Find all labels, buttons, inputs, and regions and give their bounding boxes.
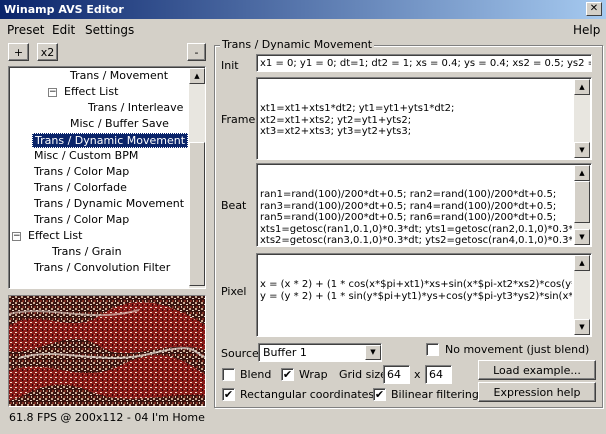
tree-scrollbar[interactable]: ▲: [189, 68, 205, 288]
add-icon: +: [13, 45, 24, 59]
menu-help[interactable]: Help: [573, 22, 600, 38]
menu-preset-label: Preset: [7, 23, 45, 37]
no-movement-checkbox[interactable]: [426, 343, 439, 356]
clone-label: x2: [40, 45, 55, 59]
tree-expander[interactable]: −: [48, 88, 57, 97]
tree-item[interactable]: Effect List: [62, 85, 120, 100]
beat-code-text: ran1=rand(100)/200*dt+0.5; ran2=rand(100…: [260, 189, 572, 246]
pixel-code-text: x = (x * 2) + (1 * cos(x*$pi+xt1)*xs+sin…: [260, 279, 572, 302]
pixel-scroll-down[interactable]: ▼: [574, 319, 590, 335]
remove-effect-button[interactable]: -: [187, 43, 206, 61]
tree-item[interactable]: Trans / Interleave: [86, 101, 185, 116]
check-icon: ✔: [282, 368, 293, 381]
tree-item[interactable]: Trans / Convolution Filter: [32, 261, 172, 276]
close-icon: ✕: [589, 3, 599, 14]
load-example-label: Load example...: [493, 363, 581, 377]
menu-preset[interactable]: Preset: [7, 22, 44, 38]
scroll-down-icon: ▼: [579, 146, 585, 154]
source-dropdown-button[interactable]: ▼: [365, 345, 381, 360]
menu-edit[interactable]: Edit: [52, 22, 75, 38]
clone-effect-button[interactable]: x2: [37, 43, 58, 61]
frame-label: Frame: [221, 113, 256, 126]
menu-edit-label: Edit: [52, 23, 76, 37]
scroll-down-icon: ▼: [579, 233, 585, 241]
add-effect-button[interactable]: +: [8, 43, 29, 61]
scroll-up-icon: ▲: [579, 169, 585, 177]
grid-x-value: 64: [387, 368, 401, 381]
load-example-button[interactable]: Load example...: [478, 360, 596, 380]
beat-scroll-thumb[interactable]: [574, 181, 590, 223]
check-icon: ✔: [223, 388, 234, 401]
wrap-checkbox[interactable]: ✔: [281, 368, 294, 381]
beat-scrollbar[interactable]: ▲ ▼: [574, 165, 590, 245]
beat-code-field[interactable]: ran1=rand(100)/200*dt+0.5; ran2=rand(100…: [256, 163, 592, 247]
source-select[interactable]: Buffer 1 ▼: [258, 343, 382, 362]
tree-item[interactable]: Trans / Dynamic Movement: [32, 197, 186, 212]
scroll-up-icon: ▲: [579, 259, 585, 267]
pixel-code-field[interactable]: x = (x * 2) + (1 * cos(x*$pi+xt1)*xs+sin…: [256, 253, 592, 337]
rectangular-coords-checkbox[interactable]: ✔: [222, 388, 235, 401]
menu-settings[interactable]: Settings: [85, 22, 134, 38]
source-label: Source: [221, 347, 259, 360]
preview-image: [9, 296, 205, 406]
tree-expander[interactable]: −: [12, 232, 21, 241]
no-movement-label: No movement (just blend): [445, 343, 590, 356]
status-text: 61.8 FPS @ 200x112 - 04 I'm Home: [9, 411, 205, 424]
rectangular-coords-label: Rectangular coordinates: [240, 388, 375, 401]
title-bar[interactable]: Winamp AVS Editor: [0, 0, 606, 19]
pixel-scrollbar[interactable]: ▲ ▼: [574, 255, 590, 335]
frame-code-text: xt1=xt1+xts1*dt2; yt1=yt1+yts1*dt2; xt2=…: [260, 103, 455, 137]
tree-item[interactable]: Trans / Colorfade: [32, 181, 129, 196]
init-code-field[interactable]: x1 = 0; y1 = 0; dt=1; dt2 = 1; xs = 0.4;…: [256, 54, 592, 72]
scroll-thumb[interactable]: [189, 142, 205, 286]
beat-label: Beat: [221, 199, 247, 212]
source-value: Buffer 1: [263, 346, 307, 359]
beat-scroll-up[interactable]: ▲: [574, 165, 590, 181]
panel-title: Trans / Dynamic Movement: [220, 38, 375, 51]
menu-help-label: Help: [573, 23, 601, 37]
frame-scroll-up[interactable]: ▲: [574, 79, 590, 95]
tree-item[interactable]: Trans / Movement: [68, 69, 170, 84]
visualization-preview: [8, 295, 206, 407]
tree-item[interactable]: Effect List: [26, 229, 84, 244]
grid-x-input[interactable]: 64: [383, 365, 410, 384]
blend-checkbox[interactable]: [222, 368, 235, 381]
tree-item[interactable]: Misc / Custom BPM: [32, 149, 140, 164]
init-label: Init: [221, 59, 239, 72]
blend-label: Blend: [240, 368, 272, 381]
expression-help-button[interactable]: Expression help: [478, 382, 596, 402]
frame-code-field[interactable]: xt1=xt1+xts1*dt2; yt1=yt1+yts1*dt2; xt2=…: [256, 77, 592, 160]
window-title: Winamp AVS Editor: [4, 3, 124, 16]
remove-icon: -: [194, 45, 199, 59]
bilinear-checkbox[interactable]: ✔: [373, 388, 386, 401]
menu-settings-label: Settings: [85, 23, 135, 37]
expression-help-label: Expression help: [493, 385, 581, 399]
check-icon: ✔: [374, 388, 385, 401]
beat-scroll-down[interactable]: ▼: [574, 229, 590, 245]
pixel-scroll-up[interactable]: ▲: [574, 255, 590, 271]
frame-scrollbar[interactable]: ▲ ▼: [574, 79, 590, 158]
close-button[interactable]: ✕: [586, 2, 602, 16]
pixel-label: Pixel: [221, 285, 247, 298]
effect-tree[interactable]: Trans / Movement − Effect List Trans / Inte…: [8, 66, 206, 289]
tree-item[interactable]: Misc / Buffer Save: [68, 117, 171, 132]
tree-item[interactable]: Trans / Grain: [50, 245, 124, 260]
bilinear-label: Bilinear filtering: [391, 388, 479, 401]
tree-item[interactable]: Trans / Dynamic Movement: [32, 133, 189, 148]
wrap-label: Wrap: [299, 368, 328, 381]
scroll-up-icon: ▲: [579, 83, 585, 91]
grid-y-value: 64: [429, 368, 443, 381]
init-code-text: x1 = 0; y1 = 0; dt=1; dt2 = 1; xs = 0.4;…: [260, 58, 592, 69]
grid-y-input[interactable]: 64: [425, 365, 452, 384]
scroll-up-button[interactable]: ▲: [189, 68, 205, 84]
tree-item[interactable]: Trans / Color Map: [32, 213, 131, 228]
frame-scroll-down[interactable]: ▼: [574, 142, 590, 158]
scroll-up-icon: ▲: [194, 72, 200, 80]
tree-item[interactable]: Trans / Color Map: [32, 165, 131, 180]
chevron-down-icon: ▼: [370, 348, 376, 356]
grid-sep: x: [414, 368, 421, 381]
scroll-down-icon: ▼: [579, 323, 585, 331]
